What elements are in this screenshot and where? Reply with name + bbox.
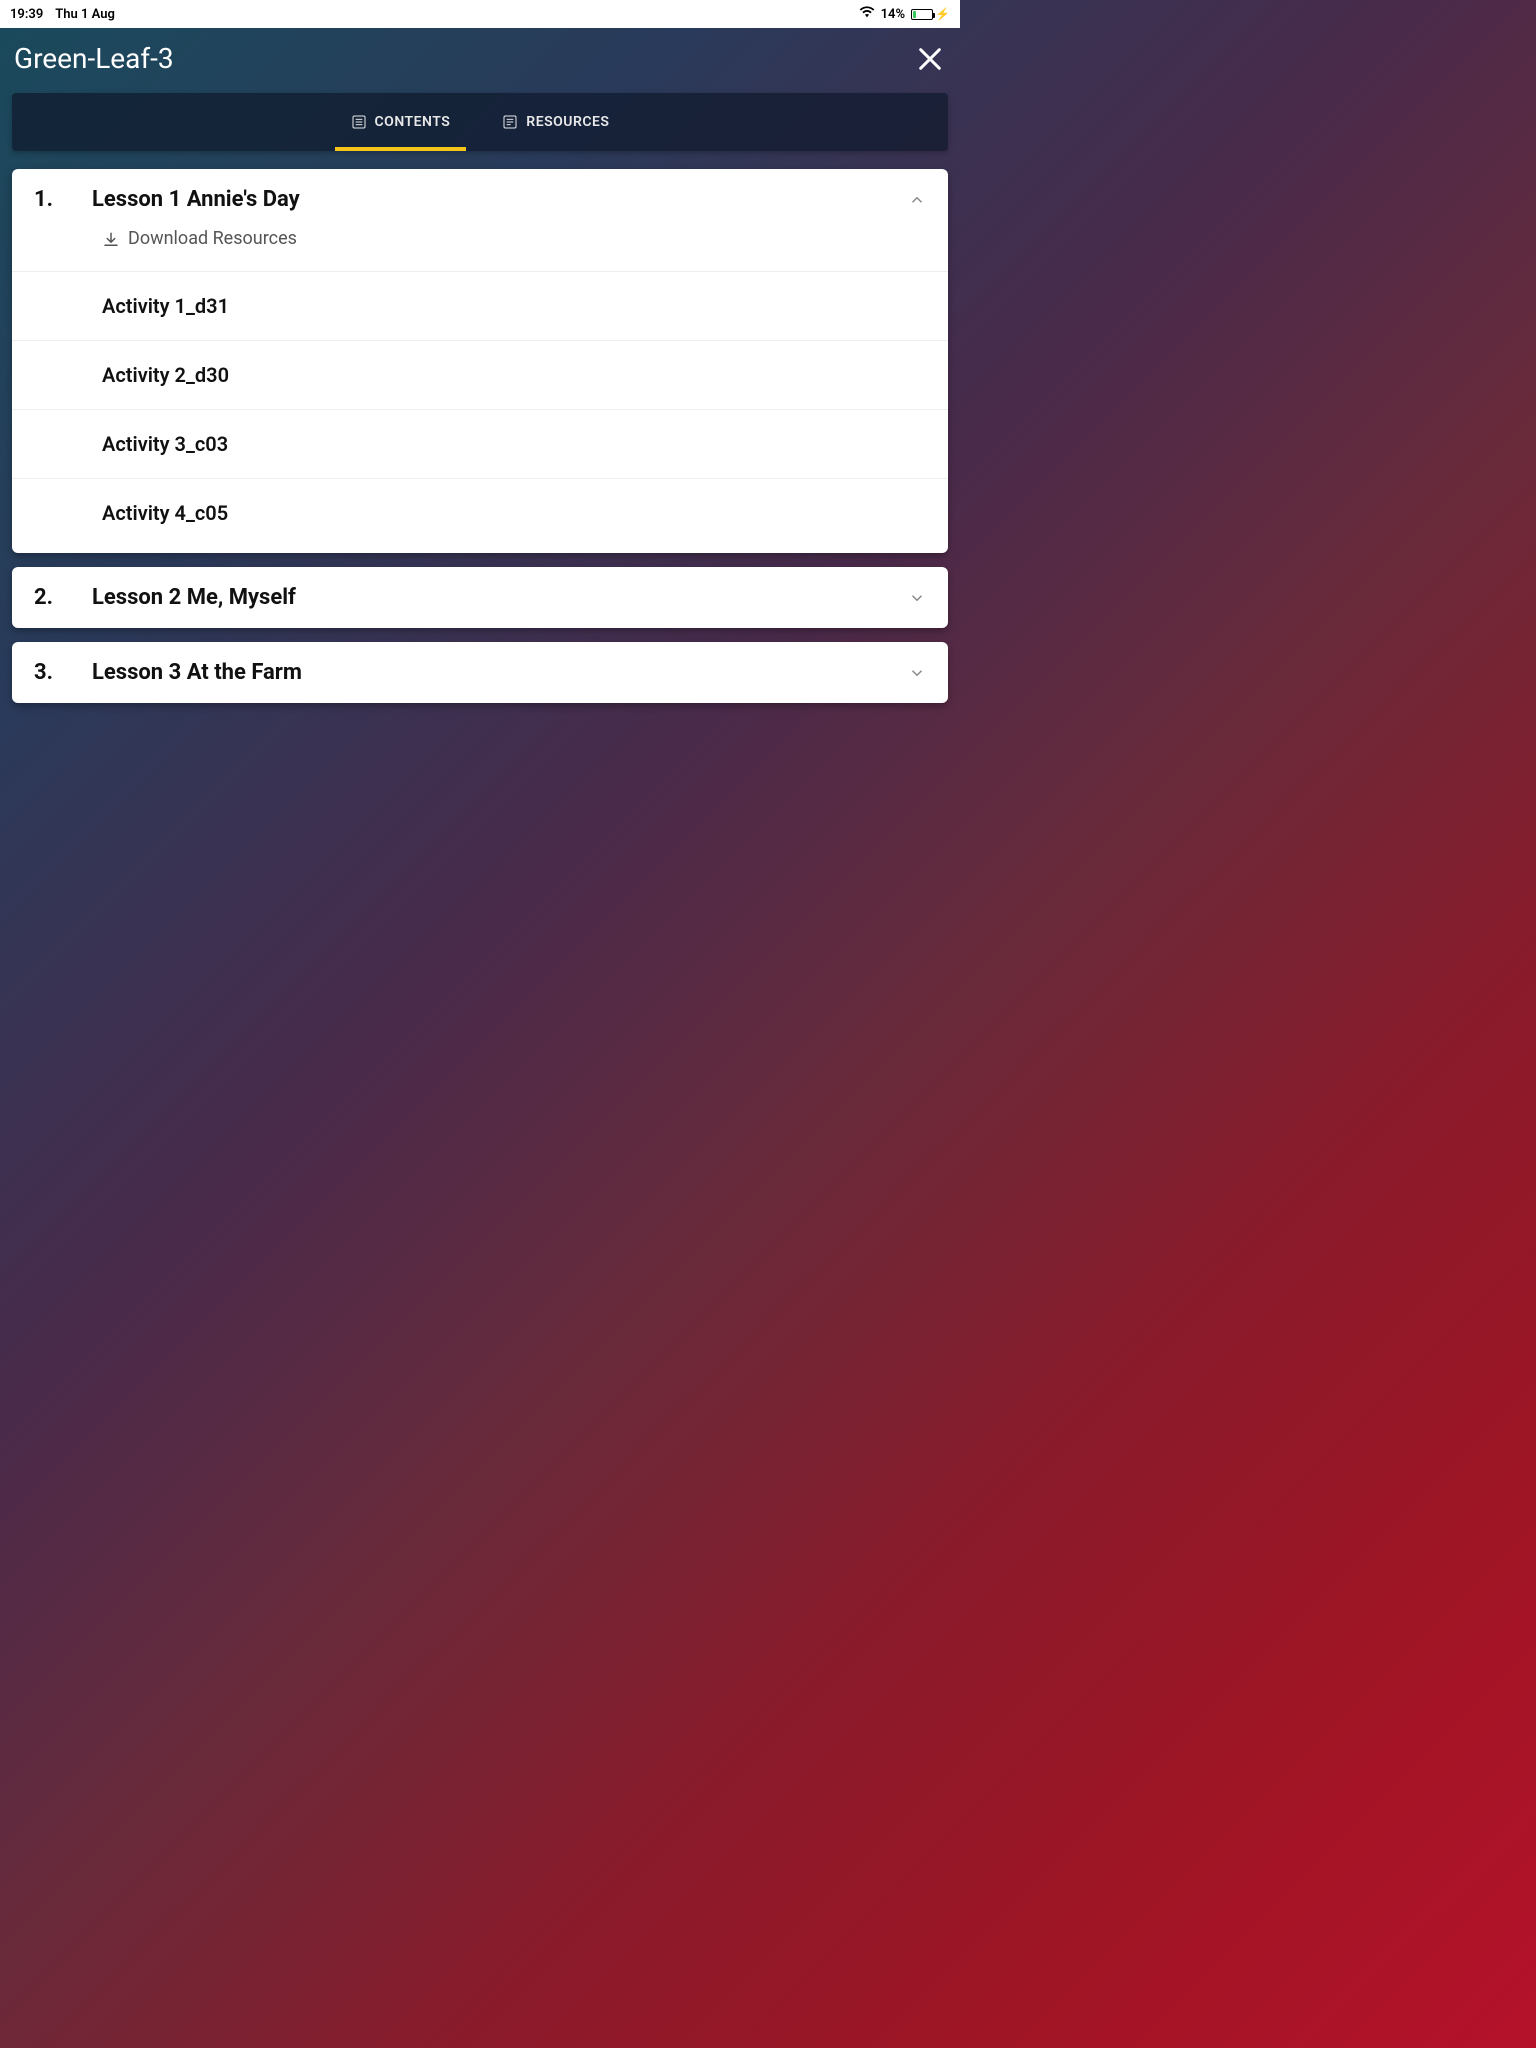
activity-label: Activity 4_c05: [102, 501, 228, 525]
activity-row[interactable]: Activity 3_c03: [12, 409, 948, 478]
chevron-up-icon: [908, 191, 926, 209]
status-date: Thu 1 Aug: [55, 7, 115, 22]
activity-row[interactable]: Activity 4_c05: [12, 478, 948, 553]
close-icon: [916, 45, 944, 73]
page-header: Green-Leaf-3: [0, 28, 960, 93]
lesson-card-2: 2. Lesson 2 Me, Myself: [12, 567, 948, 628]
download-label: Download Resources: [128, 228, 297, 249]
status-bar: 19:39 Thu 1 Aug 14% ⚡: [0, 0, 960, 28]
tabs-bar: CONTENTS RESOURCES: [12, 93, 948, 151]
page-title: Green-Leaf-3: [14, 42, 174, 75]
charging-icon: ⚡: [935, 7, 950, 21]
download-icon: [102, 231, 120, 249]
tab-contents[interactable]: CONTENTS: [345, 93, 457, 151]
lesson-title: Lesson 3 At the Farm: [92, 660, 302, 685]
lesson-number: 2.: [34, 585, 92, 610]
activity-row[interactable]: Activity 2_d30: [12, 340, 948, 409]
activity-row[interactable]: Activity 1_d31: [12, 271, 948, 340]
lesson-header-3[interactable]: 3. Lesson 3 At the Farm: [12, 642, 948, 703]
lesson-number: 1.: [34, 187, 92, 212]
chevron-down-icon: [908, 664, 926, 682]
tab-resources-label: RESOURCES: [526, 114, 609, 130]
lesson-header-1[interactable]: 1. Lesson 1 Annie's Day: [12, 169, 948, 224]
lesson-card-1: 1. Lesson 1 Annie's Day Download Resourc…: [12, 169, 948, 553]
activity-label: Activity 3_c03: [102, 432, 228, 456]
lesson-header-2[interactable]: 2. Lesson 2 Me, Myself: [12, 567, 948, 628]
activity-label: Activity 2_d30: [102, 363, 229, 387]
resources-icon: [502, 114, 518, 130]
content-area: 1. Lesson 1 Annie's Day Download Resourc…: [0, 151, 960, 703]
lesson-card-3: 3. Lesson 3 At the Farm: [12, 642, 948, 703]
wifi-icon: [859, 6, 875, 22]
chevron-down-icon: [908, 589, 926, 607]
download-resources-row[interactable]: Download Resources: [12, 224, 948, 271]
lesson-title: Lesson 2 Me, Myself: [92, 585, 296, 610]
contents-icon: [351, 114, 367, 130]
activity-label: Activity 1_d31: [102, 294, 229, 318]
battery-icon: [911, 9, 933, 20]
status-time: 19:39: [10, 7, 43, 22]
lesson-title: Lesson 1 Annie's Day: [92, 187, 300, 212]
close-button[interactable]: [916, 45, 944, 73]
tab-contents-label: CONTENTS: [375, 114, 451, 130]
lesson-number: 3.: [34, 660, 92, 685]
tab-resources[interactable]: RESOURCES: [496, 93, 615, 151]
battery-percent: 14%: [881, 7, 905, 22]
